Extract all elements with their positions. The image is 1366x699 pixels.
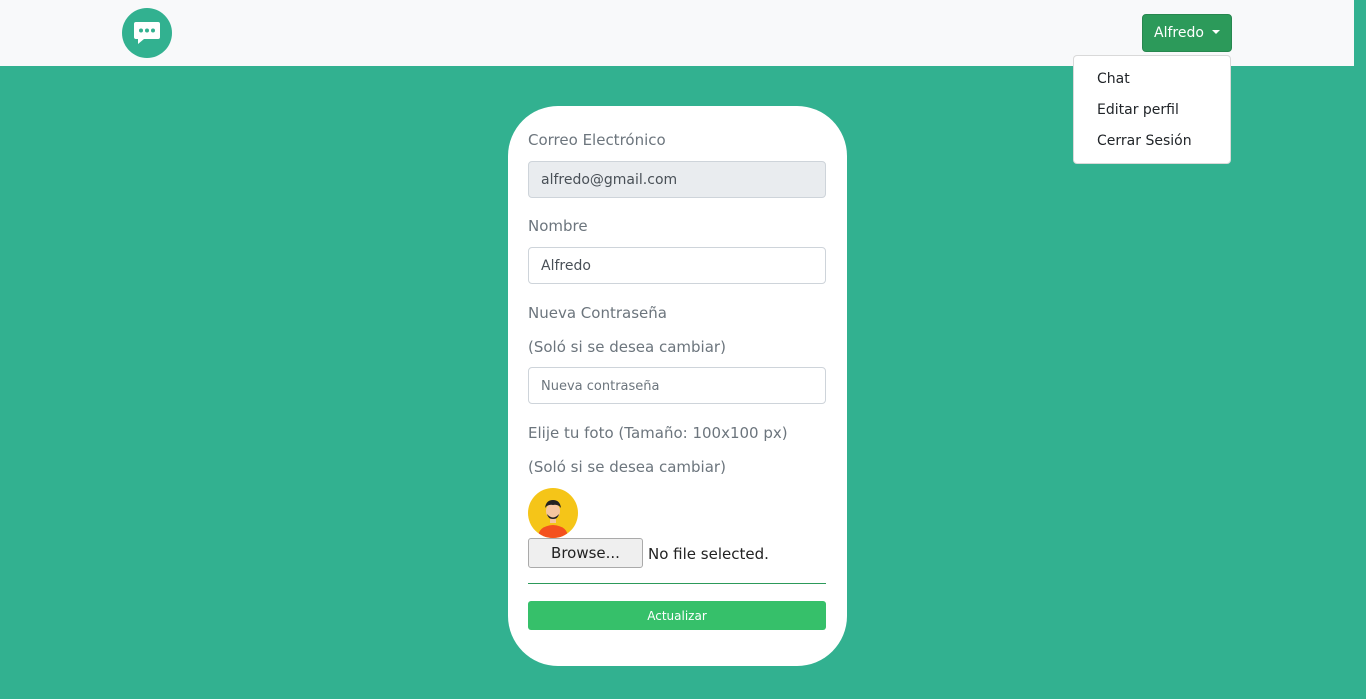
scrollbar-area	[1354, 0, 1366, 66]
browse-button[interactable]: Browse...	[528, 538, 643, 568]
caret-down-icon	[1211, 30, 1220, 34]
user-dropdown-menu: Chat Editar perfil Cerrar Sesión	[1073, 55, 1231, 164]
update-button[interactable]: Actualizar	[528, 601, 826, 630]
divider	[528, 583, 826, 584]
password-label: Nueva Contraseña	[528, 304, 667, 322]
email-label: Correo Electrónico	[528, 131, 666, 149]
chat-bubble-icon[interactable]	[122, 8, 172, 58]
photo-label: Elije tu foto (Tamaño: 100x100 px)	[528, 424, 788, 442]
dropdown-item-logout[interactable]: Cerrar Sesión	[1074, 126, 1230, 157]
new-password-field[interactable]	[528, 367, 826, 404]
photo-hint: (Soló si se desea cambiar)	[528, 458, 726, 476]
dropdown-item-chat[interactable]: Chat	[1074, 64, 1230, 95]
name-label: Nombre	[528, 217, 588, 235]
file-status: No file selected.	[648, 545, 769, 563]
name-field[interactable]	[528, 247, 826, 284]
user-menu-button[interactable]: Alfredo	[1142, 14, 1232, 52]
dropdown-item-edit-profile[interactable]: Editar perfil	[1074, 95, 1230, 126]
user-menu-label: Alfredo	[1154, 25, 1204, 41]
profile-form-card: Correo Electrónico Nombre Nueva Contrase…	[508, 106, 847, 666]
avatar	[528, 488, 578, 538]
email-field[interactable]	[528, 161, 826, 198]
password-hint: (Soló si se desea cambiar)	[528, 338, 726, 356]
